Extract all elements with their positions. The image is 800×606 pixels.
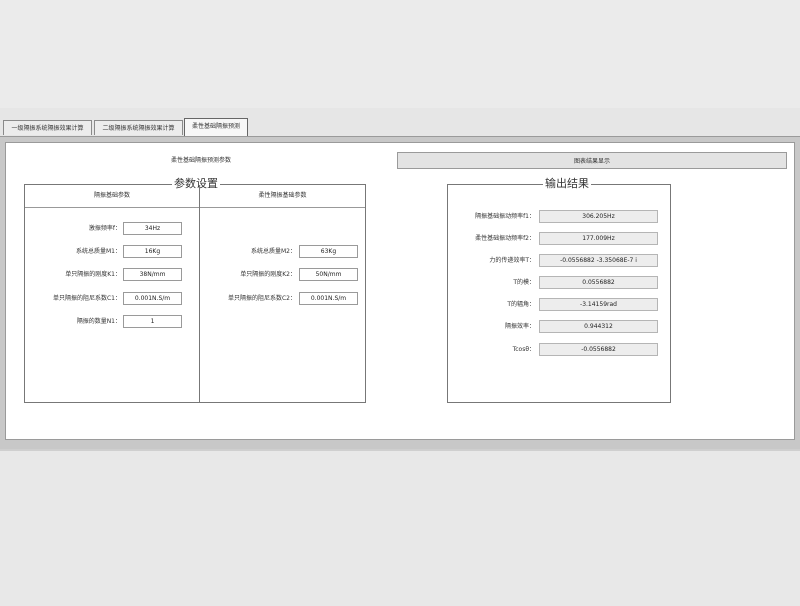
excitation-frequency-input[interactable] xyxy=(123,222,182,235)
t-cos-theta-label: Tcosθ： xyxy=(512,346,535,353)
t-modulus-output xyxy=(539,276,658,289)
damping-c2-label: 单只隔振的阻尼系数C2： xyxy=(227,295,296,302)
tab-two-stage[interactable]: 二级隔振系统隔振效果计算 xyxy=(94,120,183,135)
t-cos-theta-output xyxy=(539,343,658,356)
output-results-title: 输出结果 xyxy=(543,177,591,191)
mass-m1-label: 系统总质量M1： xyxy=(76,248,121,255)
mass-m2-input[interactable] xyxy=(299,245,358,258)
isolator-count-n1-label: 隔振的数量N1： xyxy=(76,318,121,325)
force-transmissibility-label: 力的传递效率T： xyxy=(489,257,535,264)
isolation-efficiency-output xyxy=(539,320,658,333)
mass-m1-input[interactable] xyxy=(123,245,182,258)
base-frequency-f1-label: 隔振基础振动频率f1： xyxy=(475,213,535,220)
stiffness-k2-label: 单只隔振的刚度K2： xyxy=(240,271,296,278)
stiffness-k2-input[interactable] xyxy=(299,268,358,281)
stiffness-k1-input[interactable] xyxy=(123,268,182,281)
damping-c1-label: 单只隔振的阻尼系数C1： xyxy=(52,295,121,302)
mass-m2-label: 系统总质量M2： xyxy=(251,248,296,255)
damping-c1-input[interactable] xyxy=(123,292,182,305)
right-header-line xyxy=(200,207,365,208)
tab-single-stage[interactable]: 一级隔振系统隔振效果计算 xyxy=(3,120,92,135)
left-header-line xyxy=(25,207,199,208)
param-settings-title: 参数设置 xyxy=(172,177,220,191)
tab-flexible-foundation[interactable]: 柔性基础隔振预测 xyxy=(184,118,248,136)
t-argument-label: T的辐角： xyxy=(507,301,535,308)
excitation-frequency-label: 激振频率f： xyxy=(88,225,121,232)
subtab-params[interactable]: 柔性基础隔振预测参数 xyxy=(6,152,396,169)
t-modulus-label: T的模： xyxy=(513,279,535,286)
force-transmissibility-output xyxy=(539,254,658,267)
damping-c2-input[interactable] xyxy=(299,292,358,305)
param-column-divider xyxy=(199,185,200,403)
isolation-efficiency-label: 隔振效率： xyxy=(504,323,535,330)
window-bottom-edge xyxy=(0,449,800,451)
subtab-graph[interactable]: 图表结果显示 xyxy=(397,152,787,169)
flexible-frequency-f2-label: 柔性基础振动频率f2： xyxy=(475,235,535,242)
flexible-base-params-header: 柔性隔振基础参数 xyxy=(258,192,307,199)
isolation-base-params-header: 隔振基础参数 xyxy=(93,192,130,199)
flexible-frequency-f2-output xyxy=(539,232,658,245)
base-frequency-f1-output xyxy=(539,210,658,223)
t-argument-output xyxy=(539,298,658,311)
stiffness-k1-label: 单只隔振的刚度K1： xyxy=(65,271,121,278)
top-blank-area xyxy=(0,0,800,108)
isolator-count-n1-input[interactable] xyxy=(123,315,182,328)
